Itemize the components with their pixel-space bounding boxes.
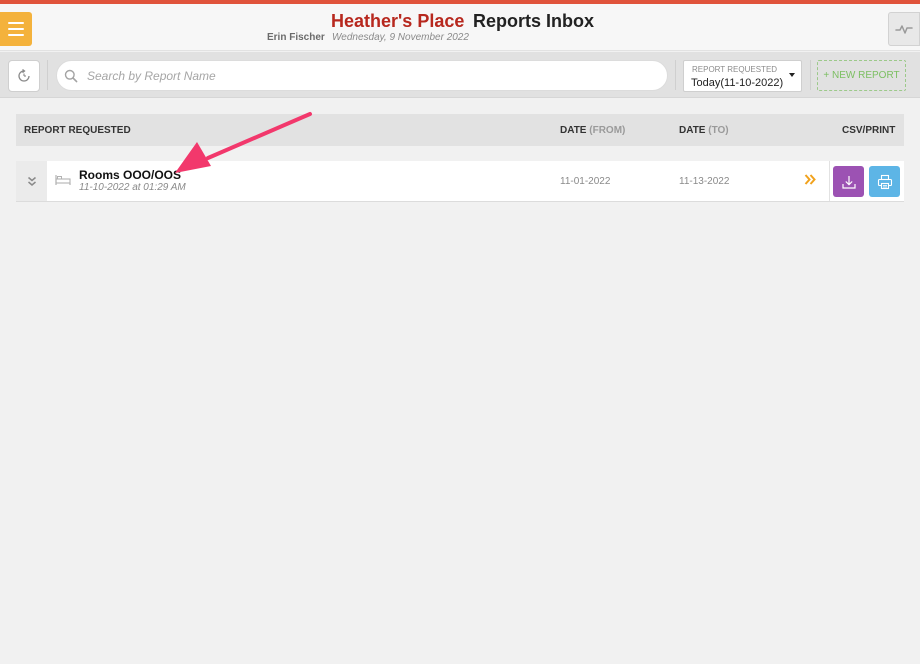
annotation-arrow xyxy=(175,112,312,173)
new-report-button[interactable]: + NEW REPORT xyxy=(817,60,906,91)
bed-icon xyxy=(55,175,71,185)
toolbar-divider xyxy=(47,60,48,90)
column-date-to[interactable]: DATE (TO) xyxy=(679,125,729,136)
column-date-to-suffix: (TO) xyxy=(708,125,729,136)
hamburger-icon xyxy=(8,22,24,24)
column-csv-print: CSV/PRINT xyxy=(842,125,896,136)
double-chevron-right-icon[interactable] xyxy=(804,173,817,186)
column-date-from[interactable]: DATE (FROM) xyxy=(560,125,625,136)
expand-row-button[interactable] xyxy=(16,161,47,201)
hotel-name: Heather's Place xyxy=(331,11,465,31)
toolbar: REPORT REQUESTED Today(11-10-2022) + NEW… xyxy=(0,52,920,98)
pulse-icon xyxy=(895,25,913,34)
print-button[interactable] xyxy=(869,166,900,197)
caret-down-icon xyxy=(789,73,795,77)
column-date-to-label: DATE xyxy=(679,125,706,136)
current-date: Wednesday, 9 November 2022 xyxy=(332,32,469,43)
row-divider xyxy=(829,161,830,201)
app-header: Heather's Place Reports Inbox Erin Fisch… xyxy=(0,4,920,51)
activity-button[interactable] xyxy=(888,12,920,46)
column-date-from-label: DATE xyxy=(560,125,587,136)
search-icon xyxy=(64,69,78,83)
report-date-to: 11-13-2022 xyxy=(679,176,730,187)
report-requested-label: REPORT REQUESTED xyxy=(692,65,778,74)
search-box[interactable] xyxy=(56,60,668,91)
report-requested-value: Today(11-10-2022) xyxy=(691,77,784,89)
report-requested-time: 11-10-2022 at 01:29 AM xyxy=(79,182,186,193)
report-name: Rooms OOO/OOS xyxy=(79,168,182,182)
search-input[interactable] xyxy=(87,66,647,86)
refresh-icon xyxy=(18,68,30,82)
csv-download-button[interactable] xyxy=(833,166,864,197)
table-row[interactable]: Rooms OOO/OOS 11-10-2022 at 01:29 AM 11-… xyxy=(16,161,904,202)
column-report-requested: REPORT REQUESTED xyxy=(24,125,131,136)
double-chevron-down-icon xyxy=(27,176,36,186)
column-date-from-suffix: (FROM) xyxy=(589,125,626,136)
hamburger-icon-bar xyxy=(8,34,24,36)
menu-button[interactable] xyxy=(0,12,32,46)
table-header: REPORT REQUESTED DATE (FROM) DATE (TO) C… xyxy=(16,114,904,146)
download-icon xyxy=(841,175,856,189)
toolbar-divider xyxy=(675,60,676,90)
hamburger-icon-bar xyxy=(8,28,24,30)
page-title: Reports Inbox xyxy=(473,11,595,31)
printer-icon xyxy=(877,174,892,189)
report-requested-select[interactable]: REPORT REQUESTED Today(11-10-2022) xyxy=(683,60,802,92)
refresh-button[interactable] xyxy=(8,60,40,92)
report-date-from: 11-01-2022 xyxy=(560,176,611,187)
toolbar-divider xyxy=(810,60,811,90)
user-name: Erin Fischer xyxy=(267,32,325,43)
